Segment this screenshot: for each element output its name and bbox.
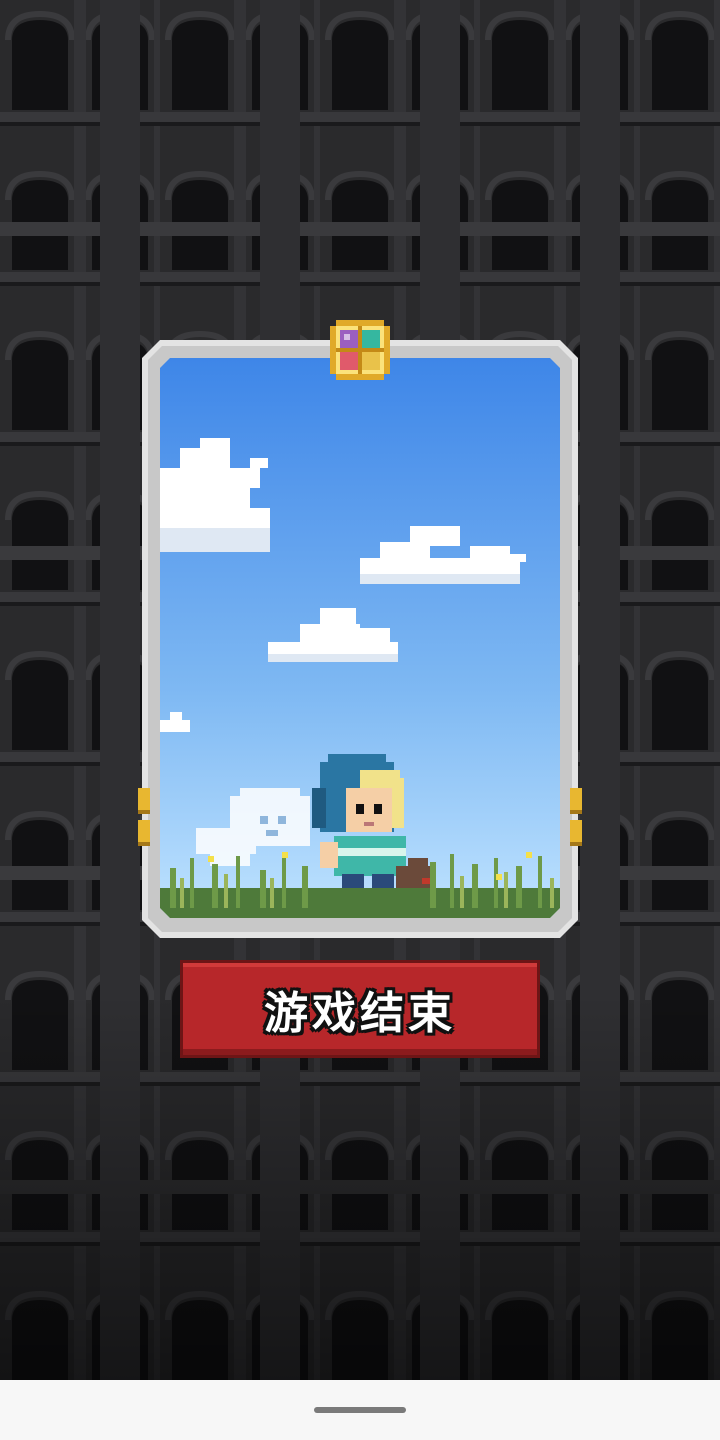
grass <box>160 888 560 918</box>
card-artwork <box>160 358 560 918</box>
character-card[interactable] <box>138 320 582 938</box>
home-indicator[interactable] <box>314 1407 406 1413</box>
game-over-label: 游戏结束 <box>264 988 456 1039</box>
rainbow-gem-icon <box>326 316 394 384</box>
right-gold-tab <box>570 788 582 852</box>
game-over-button[interactable]: 游戏结束 <box>180 960 540 1058</box>
game-screen: 游戏结束 <box>0 0 720 1440</box>
system-nav-bar <box>0 1380 720 1440</box>
left-gold-tab <box>138 788 150 852</box>
